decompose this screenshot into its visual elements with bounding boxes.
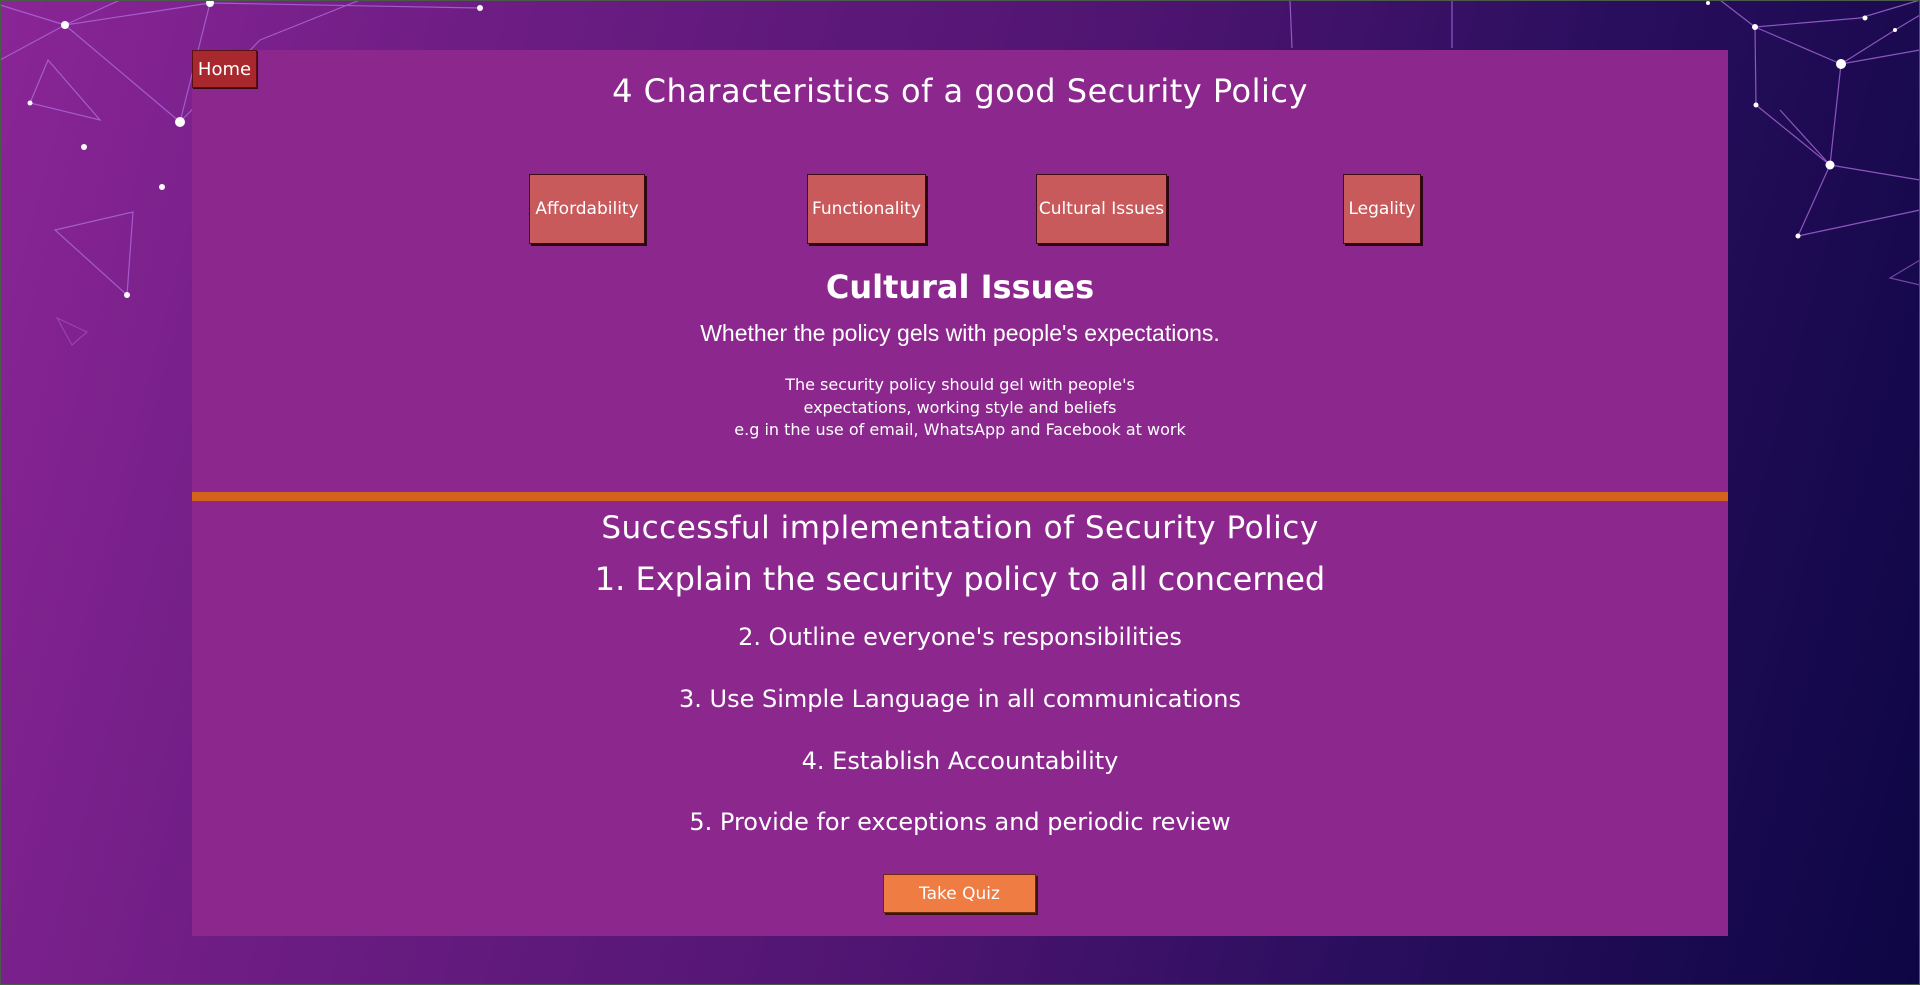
implementation-step: 4. Establish Accountability [801,747,1119,775]
section-description: The security policy should gel with peop… [192,374,1728,442]
description-line: expectations, working style and beliefs [803,397,1117,417]
section-divider [192,492,1728,501]
implementation-step: 5. Provide for exceptions and periodic r… [689,808,1231,836]
page-title: 4 Characteristics of a good Security Pol… [612,72,1308,110]
tab-affordability[interactable]: Affordability [529,174,645,244]
implementation-step: 2. Outline everyone's responsibilities [738,623,1182,651]
implementation-title: Successful implementation of Security Po… [601,510,1319,546]
take-quiz-button[interactable]: Take Quiz [883,874,1036,913]
tab-functionality[interactable]: Functionality [807,174,926,244]
description-line: The security policy should gel with peop… [785,375,1135,394]
tab-legality[interactable]: Legality [1343,174,1421,244]
section-subtitle: Whether the policy gels with people's ex… [700,320,1220,346]
tab-cultural-issues[interactable]: Cultural Issues [1036,174,1167,244]
implementation-step: 1. Explain the security policy to all co… [594,560,1326,598]
description-line: e.g in the use of email, WhatsApp and Fa… [734,420,1186,439]
section-heading: Cultural Issues [825,268,1095,306]
implementation-step: 3. Use Simple Language in all communicat… [679,685,1241,713]
